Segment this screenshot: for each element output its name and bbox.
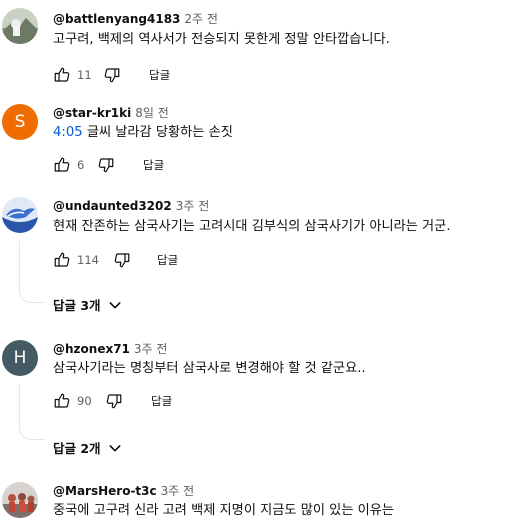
view-replies-button[interactable]: 답글 2개 <box>53 438 123 457</box>
author-handle[interactable]: @battlenyang4183 <box>53 12 180 26</box>
chevron-down-icon <box>109 301 121 308</box>
reply-button[interactable]: 답글 <box>143 157 164 173</box>
avatar[interactable]: H <box>2 340 38 376</box>
comment-header: @battlenyang4183 2주 전 <box>53 10 218 27</box>
comment-header: @MarsHero-t3c 3주 전 <box>53 482 194 499</box>
like-count: 114 <box>77 253 99 267</box>
thumb-down-icon[interactable] <box>103 66 121 84</box>
replies-count-label: 답글 2개 <box>53 441 101 456</box>
like-count: 90 <box>77 394 92 408</box>
thumb-up-icon[interactable] <box>53 156 71 174</box>
author-handle[interactable]: @star-kr1ki <box>53 106 131 120</box>
like-count: 6 <box>77 158 85 172</box>
avatar-letter: H <box>13 348 27 368</box>
landscape-photo-avatar-icon <box>2 8 38 44</box>
avatar[interactable] <box>2 197 38 233</box>
comment-text: 고구려, 백제의 역사서가 전승되지 못한게 정말 안타깝습니다. <box>53 32 390 47</box>
thumb-up-icon[interactable] <box>53 66 71 84</box>
timestamp-link[interactable]: 4:05 <box>53 125 83 140</box>
comment-text: 4:05 글씨 날라감 당황하는 손짓 <box>53 124 233 142</box>
people-photo-avatar-icon <box>2 482 38 518</box>
author-handle[interactable]: @MarsHero-t3c <box>53 484 157 498</box>
view-replies-button[interactable]: 답글 3개 <box>53 295 123 314</box>
avatar[interactable] <box>2 482 38 518</box>
comment-actions: 11 답글 <box>53 64 253 88</box>
comments-section: @battlenyang4183 2주 전 고구려, 백제의 역사서가 전승되지 … <box>0 0 510 524</box>
chevron-down-icon <box>109 444 121 451</box>
reply-button[interactable]: 답글 <box>157 252 178 268</box>
comment-header: @hzonex71 3주 전 <box>53 340 167 357</box>
comment-time[interactable]: 3주 전 <box>176 199 210 213</box>
thumb-up-icon[interactable] <box>53 392 71 410</box>
comment-text-body: 글씨 날라감 당황하는 손짓 <box>82 125 233 140</box>
comment-time[interactable]: 2주 전 <box>184 12 218 26</box>
comment-text: 중국에 고구려 신라 고려 백제 지명이 지금도 많이 있는 이유는 <box>53 503 395 518</box>
comment-actions: 90 답글 <box>53 390 253 414</box>
thumb-down-icon[interactable] <box>105 392 123 410</box>
comment-header: @star-kr1ki 8일 전 <box>53 104 169 121</box>
author-handle[interactable]: @hzonex71 <box>53 342 130 356</box>
thread-connector <box>19 384 45 440</box>
comment-time[interactable]: 3주 전 <box>134 342 168 356</box>
avatar[interactable]: S <box>2 104 38 140</box>
comment-actions: 114 답글 <box>53 249 253 273</box>
replies-count-label: 답글 3개 <box>53 298 101 313</box>
avatar-letter: S <box>14 112 26 132</box>
thread-connector <box>19 241 45 303</box>
comment-actions: 6 답글 <box>53 154 253 178</box>
reply-button[interactable]: 답글 <box>149 67 170 83</box>
thumb-down-icon[interactable] <box>113 251 131 269</box>
reply-button[interactable]: 답글 <box>151 393 172 409</box>
like-count: 11 <box>77 68 92 82</box>
author-handle[interactable]: @undaunted3202 <box>53 199 172 213</box>
comment-time[interactable]: 3주 전 <box>161 484 195 498</box>
comment-time[interactable]: 8일 전 <box>135 106 169 120</box>
thumb-down-icon[interactable] <box>97 156 115 174</box>
bird-photo-avatar-icon <box>2 197 38 233</box>
comment-text: 현재 잔존하는 삼국사기는 고려시대 김부식의 삼국사기가 아니라는 거군. <box>53 219 451 234</box>
comment-header: @undaunted3202 3주 전 <box>53 197 209 214</box>
comment-text: 삼국사기라는 명칭부터 삼국사로 변경해야 할 것 같군요.. <box>53 361 366 376</box>
avatar[interactable] <box>2 8 38 44</box>
thumb-up-icon[interactable] <box>53 251 71 269</box>
